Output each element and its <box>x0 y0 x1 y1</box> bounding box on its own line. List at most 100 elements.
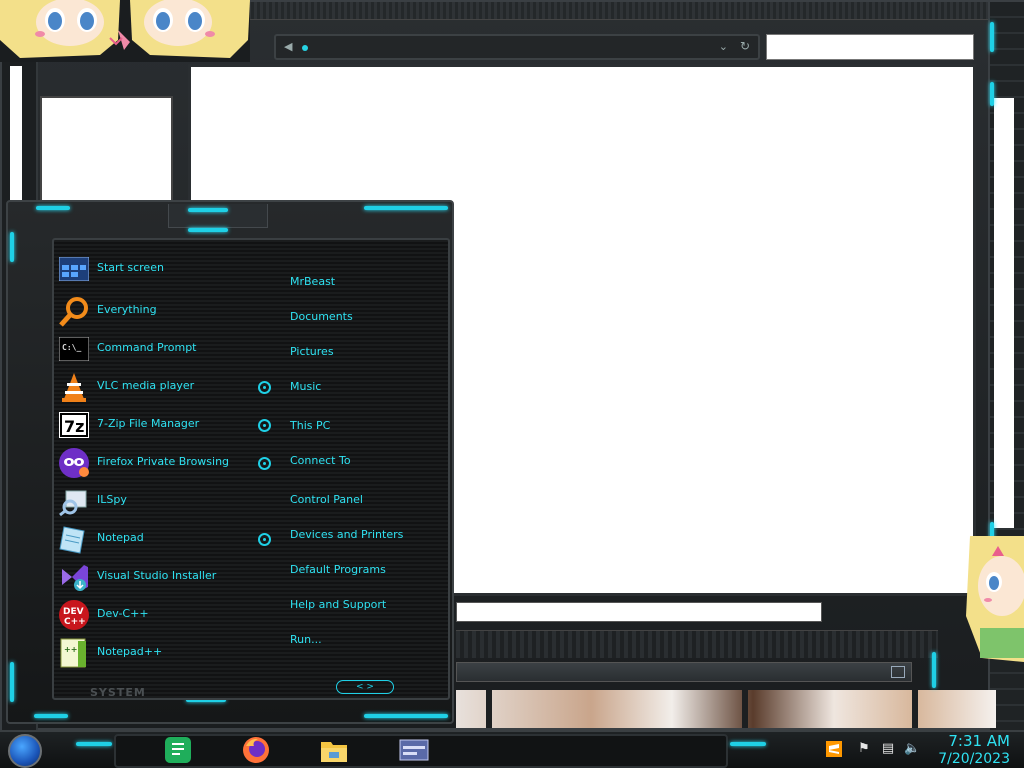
program-label: Command Prompt <box>97 341 197 354</box>
volume-icon[interactable]: 🔈 <box>904 741 920 757</box>
program-label: 7-Zip File Manager <box>97 417 200 430</box>
neon-accent <box>990 82 994 106</box>
program-ilspy[interactable]: ILSpy <box>58 485 248 517</box>
program-label: Notepad++ <box>97 645 163 658</box>
submenu-arrow-icon[interactable] <box>258 381 271 394</box>
place-help-support[interactable]: Help and Support <box>290 598 386 611</box>
taskbar-firefox-button[interactable] <box>234 737 278 767</box>
scroll-arrows-button[interactable]: < > <box>336 680 394 694</box>
place-run[interactable]: Run... <box>290 633 322 646</box>
program-everything[interactable]: Everything <box>58 295 248 327</box>
clock-time: 7:31 AM <box>948 732 1010 750</box>
location-dot-icon <box>302 45 308 51</box>
place-documents[interactable]: Documents <box>290 310 353 323</box>
svg-text:++: ++ <box>64 645 77 654</box>
search-magnifier-icon <box>58 295 90 327</box>
details-bar <box>456 602 822 622</box>
taskbar: ⚑ ▤ 🔈 7:31 AM 7/20/2023 <box>0 730 1024 768</box>
program-notepadpp[interactable]: ++ Notepad++ <box>58 637 248 669</box>
taskbar-window-button[interactable] <box>392 737 436 767</box>
neon-accent <box>10 232 14 262</box>
neon-accent <box>76 742 112 746</box>
neon-accent <box>364 206 448 210</box>
neon-accent <box>36 206 70 210</box>
svg-text:C++: C++ <box>64 617 86 627</box>
program-devcpp[interactable]: DEV C++ Dev-C++ <box>58 599 248 631</box>
view-toggle-icon[interactable] <box>891 666 905 678</box>
notepadpp-icon: ++ <box>58 637 90 669</box>
ilspy-icon <box>58 485 90 517</box>
notepad-icon <box>58 523 90 555</box>
place-control-panel[interactable]: Control Panel <box>290 493 363 506</box>
mascot-right-icon <box>966 536 1024 662</box>
file-explorer-icon <box>319 736 349 768</box>
clock[interactable]: 7:31 AM 7/20/2023 <box>930 732 1010 768</box>
program-command-prompt[interactable]: C:\_ Command Prompt <box>58 333 248 365</box>
vs-installer-icon <box>58 561 90 593</box>
neon-accent <box>34 714 68 718</box>
neon-accent <box>932 652 936 688</box>
program-label: Firefox Private Browsing <box>97 455 230 468</box>
program-label: ILSpy <box>97 493 127 506</box>
program-label: Notepad <box>97 531 144 544</box>
desktop: ◀ ⌄ ↻ SYSTEM < > Start screen Everything… <box>0 0 1024 768</box>
program-label: VLC media player <box>97 379 195 392</box>
neon-accent <box>990 22 994 52</box>
neon-accent <box>730 742 766 746</box>
address-bar[interactable]: ◀ ⌄ ↻ <box>274 34 760 60</box>
place-devices-printers[interactable]: Devices and Printers <box>290 528 403 541</box>
svg-text:7z: 7z <box>64 417 84 436</box>
program-firefox-private[interactable]: Firefox Private Browsing <box>58 447 248 479</box>
mascot-top-icon <box>0 0 250 62</box>
submenu-arrow-icon[interactable] <box>258 419 271 432</box>
place-pictures[interactable]: Pictures <box>290 345 334 358</box>
chevron-down-icon[interactable]: ⌄ <box>719 40 728 53</box>
place-user-folder[interactable]: MrBeast <box>290 275 335 288</box>
sublime-text-icon[interactable] <box>826 741 842 757</box>
firefox-icon <box>242 736 270 768</box>
7zip-icon: 7z <box>58 409 90 441</box>
notes-app-icon <box>164 736 192 768</box>
svg-text:C:\_: C:\_ <box>62 343 81 352</box>
flag-icon[interactable]: ⚑ <box>856 741 872 757</box>
submenu-arrow-icon[interactable] <box>258 457 271 470</box>
network-icon[interactable]: ▤ <box>880 741 896 757</box>
taskbar-notes-button[interactable] <box>156 737 200 767</box>
start-screen-icon <box>58 253 90 285</box>
neon-accent <box>188 208 228 212</box>
program-vs-installer[interactable]: Visual Studio Installer <box>58 561 248 593</box>
place-this-pc[interactable]: This PC <box>290 419 330 432</box>
place-connect-to[interactable]: Connect To <box>290 454 351 467</box>
svg-text:DEV: DEV <box>63 607 84 617</box>
place-music[interactable]: Music <box>290 380 321 393</box>
neon-accent <box>188 228 228 232</box>
clock-date: 7/20/2023 <box>938 751 1010 767</box>
terminal-icon: C:\_ <box>58 333 90 365</box>
refresh-icon[interactable]: ↻ <box>740 39 750 53</box>
program-start-screen[interactable]: Start screen <box>58 253 248 285</box>
window-app-icon <box>399 738 429 766</box>
taskbar-explorer-button[interactable] <box>312 737 356 767</box>
system-label: SYSTEM <box>90 686 146 699</box>
start-button[interactable] <box>8 734 42 768</box>
frame-strip <box>456 630 938 658</box>
program-label: Everything <box>97 303 157 316</box>
submenu-arrow-icon[interactable] <box>258 533 271 546</box>
taskbar-dock <box>114 734 728 768</box>
program-label: Visual Studio Installer <box>97 569 217 582</box>
window-title-bar[interactable] <box>242 2 992 20</box>
status-bar <box>456 662 912 682</box>
program-vlc[interactable]: VLC media player <box>58 371 248 403</box>
program-notepad[interactable]: Notepad <box>58 523 248 555</box>
program-7zip[interactable]: 7z 7-Zip File Manager <box>58 409 248 441</box>
program-label: Start screen <box>97 261 164 274</box>
neon-accent <box>10 662 14 702</box>
firefox-private-icon <box>58 447 90 479</box>
program-label: Dev-C++ <box>97 607 149 620</box>
thumbnail-strip <box>456 690 996 728</box>
place-default-programs[interactable]: Default Programs <box>290 563 386 576</box>
neon-accent <box>364 714 448 718</box>
devcpp-icon: DEV C++ <box>58 599 90 631</box>
search-input[interactable] <box>766 34 974 60</box>
back-arrow-icon[interactable]: ◀ <box>284 40 298 54</box>
